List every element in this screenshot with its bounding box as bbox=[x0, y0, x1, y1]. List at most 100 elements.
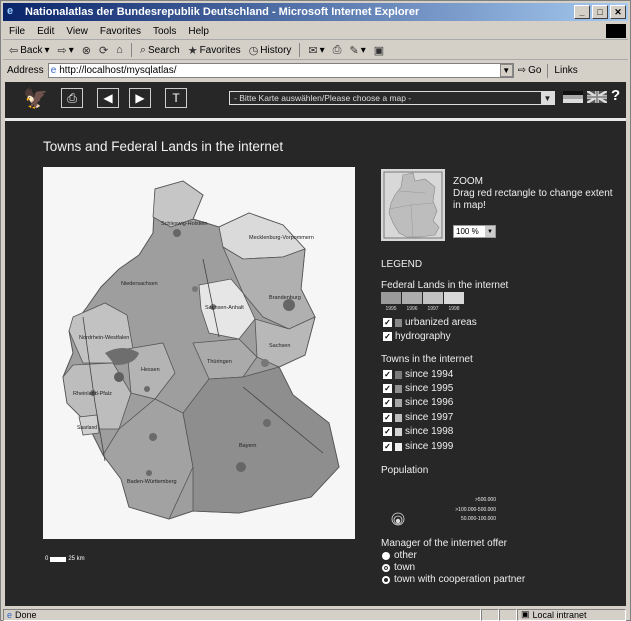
standard-toolbar: ⇦ Back ▾ ⇨ ▾ ⊗ ⟳ ⌂ ⌕ Search ★ Favorites ◷ Hi… bbox=[3, 41, 628, 60]
zoom-overview-map[interactable] bbox=[381, 169, 445, 241]
page-done-icon: e bbox=[7, 609, 13, 620]
checkbox-checked-icon[interactable]: ✓ bbox=[383, 398, 392, 407]
edit-button[interactable]: ✎ ▾ bbox=[347, 44, 367, 57]
intranet-icon: ▣ bbox=[521, 609, 530, 619]
legend-heading: LEGEND bbox=[381, 259, 423, 270]
state-label: Thüringen bbox=[207, 359, 232, 365]
forward-button[interactable]: ⇨ ▾ bbox=[55, 44, 75, 57]
federal-swatch-1997 bbox=[423, 292, 443, 304]
population-class-small: 50.000-100.000 bbox=[460, 516, 496, 522]
help-button[interactable]: ? bbox=[611, 87, 620, 104]
mail-button[interactable]: ✉ ▾ bbox=[306, 44, 326, 57]
go-button[interactable]: ⇨ Go bbox=[518, 65, 542, 76]
checkbox-checked-icon[interactable]: ✓ bbox=[383, 318, 392, 327]
town-label: since 1998 bbox=[405, 426, 454, 437]
uk-flag-icon[interactable] bbox=[587, 91, 607, 103]
back-button[interactable]: ⇦ Back ▾ bbox=[7, 44, 51, 57]
next-button[interactable]: ▶ bbox=[129, 88, 151, 108]
browser-window: e Nationalatlas der Bundesrepublik Deuts… bbox=[0, 0, 631, 621]
address-input[interactable]: e http://localhost/mysqlatlas/ ▼ bbox=[47, 63, 514, 78]
previous-button[interactable]: ◀ bbox=[97, 88, 119, 108]
town-dot-icon bbox=[382, 563, 390, 572]
town-swatch bbox=[395, 413, 402, 422]
printer-icon: ⎙ bbox=[67, 90, 77, 105]
map-select-value: - Bitte Karte auswählen/Please choose a … bbox=[234, 93, 412, 103]
population-class-large: >500.000 bbox=[475, 497, 496, 503]
menu-edit[interactable]: Edit bbox=[31, 26, 60, 37]
urbanized-toggle[interactable]: ✓ urbanized areas bbox=[383, 317, 477, 328]
checkbox-checked-icon[interactable]: ✓ bbox=[383, 413, 392, 422]
urbanized-swatch bbox=[395, 318, 402, 327]
manager-other-item: other bbox=[382, 550, 417, 561]
town-swatch bbox=[395, 398, 402, 407]
refresh-button[interactable]: ⟳ bbox=[97, 44, 110, 57]
town-toggle-1994[interactable]: ✓ since 1994 bbox=[383, 369, 453, 380]
main-map[interactable]: Schleswig-Holstein Mecklenburg-Vorpommer… bbox=[43, 167, 355, 539]
menu-tools[interactable]: Tools bbox=[147, 26, 182, 37]
address-bar: Address e http://localhost/mysqlatlas/ ▼… bbox=[3, 61, 628, 80]
back-arrow-icon: ⇦ bbox=[9, 44, 19, 57]
checkbox-checked-icon[interactable]: ✓ bbox=[383, 370, 392, 379]
menu-view[interactable]: View bbox=[60, 26, 94, 37]
print-map-button[interactable]: ⎙ bbox=[61, 88, 83, 108]
address-url: http://localhost/mysqlatlas/ bbox=[59, 65, 177, 76]
overview-germany-map[interactable] bbox=[381, 169, 445, 241]
toolbar-separator bbox=[547, 63, 549, 78]
state-label: Sachsen-Anhalt bbox=[205, 305, 244, 311]
history-button[interactable]: ◷ History bbox=[247, 44, 294, 57]
security-zone: Local intranet bbox=[532, 609, 587, 620]
search-button[interactable]: ⌕ Search bbox=[138, 44, 182, 57]
stop-icon: ⊗ bbox=[81, 44, 91, 57]
ie-logo-icon: e bbox=[7, 5, 14, 17]
print-button[interactable]: ⎙ bbox=[331, 44, 344, 57]
maximize-button[interactable]: □ bbox=[592, 5, 608, 19]
zoom-heading: ZOOM bbox=[453, 176, 483, 187]
state-label: Bayern bbox=[239, 443, 256, 449]
close-button[interactable]: ✕ bbox=[610, 5, 626, 19]
print-icon: ⎙ bbox=[332, 43, 342, 56]
state-label: Niedersachsen bbox=[121, 281, 158, 287]
discuss-icon: ▣ bbox=[373, 44, 385, 57]
german-flag-icon[interactable] bbox=[563, 91, 583, 103]
manager-label: other bbox=[394, 550, 417, 561]
town-toggle-1998[interactable]: ✓ since 1998 bbox=[383, 426, 453, 437]
germany-map[interactable]: Schleswig-Holstein Mecklenburg-Vorpommer… bbox=[43, 167, 355, 539]
address-dropdown-button[interactable]: ▼ bbox=[499, 64, 513, 77]
stop-button[interactable]: ⊗ bbox=[80, 44, 93, 57]
menu-help[interactable]: Help bbox=[182, 26, 215, 37]
triangle-right-icon: ▶ bbox=[135, 91, 145, 105]
scale-bar-segment bbox=[50, 556, 67, 562]
home-button[interactable]: ⌂ bbox=[114, 44, 125, 56]
page-content: 🦅 ⎙ ◀ ▶ T - Bitte Karte auswählen/Please… bbox=[5, 82, 626, 606]
checkbox-checked-icon[interactable]: ✓ bbox=[383, 442, 392, 451]
favorites-button[interactable]: ★ Favorites bbox=[186, 44, 243, 57]
manager-cooperation-item: town with cooperation partner bbox=[382, 574, 525, 585]
links-button[interactable]: Links bbox=[554, 65, 577, 76]
menu-file[interactable]: File bbox=[3, 26, 31, 37]
map-select-dropdown[interactable]: - Bitte Karte auswählen/Please choose a … bbox=[229, 91, 555, 105]
mail-icon: ✉ bbox=[308, 44, 318, 57]
status-empty-cell bbox=[499, 608, 517, 621]
town-toggle-1995[interactable]: ✓ since 1995 bbox=[383, 383, 453, 394]
address-label: Address bbox=[7, 65, 44, 76]
checkbox-checked-icon[interactable]: ✓ bbox=[383, 332, 392, 341]
page-title: Towns and Federal Lands in the internet bbox=[43, 139, 284, 154]
town-toggle-1999[interactable]: ✓ since 1999 bbox=[383, 441, 453, 452]
checkbox-checked-icon[interactable]: ✓ bbox=[383, 384, 392, 393]
town-label: since 1999 bbox=[405, 441, 454, 452]
hydrography-toggle[interactable]: ✓ hydrography bbox=[383, 331, 451, 342]
federal-eagle-icon[interactable]: 🦅 bbox=[23, 86, 48, 111]
zoom-instruction: Drag red rectangle to change extent in m… bbox=[453, 188, 613, 211]
discuss-button[interactable]: ▣ bbox=[372, 44, 386, 57]
edit-icon: ✎ bbox=[349, 44, 359, 57]
menu-favorites[interactable]: Favorites bbox=[94, 26, 147, 37]
status-bar: e Done ▣ Local intranet bbox=[3, 608, 628, 621]
minimize-button[interactable]: _ bbox=[574, 5, 590, 19]
town-toggle-1996[interactable]: ✓ since 1996 bbox=[383, 397, 453, 408]
zoom-level-select[interactable]: 100 % ▼ bbox=[453, 225, 496, 238]
state-label: Brandenburg bbox=[269, 295, 301, 301]
town-toggle-1997[interactable]: ✓ since 1997 bbox=[383, 412, 453, 423]
text-button[interactable]: T bbox=[165, 88, 187, 108]
checkbox-checked-icon[interactable]: ✓ bbox=[383, 427, 392, 436]
town-swatch bbox=[395, 442, 402, 451]
